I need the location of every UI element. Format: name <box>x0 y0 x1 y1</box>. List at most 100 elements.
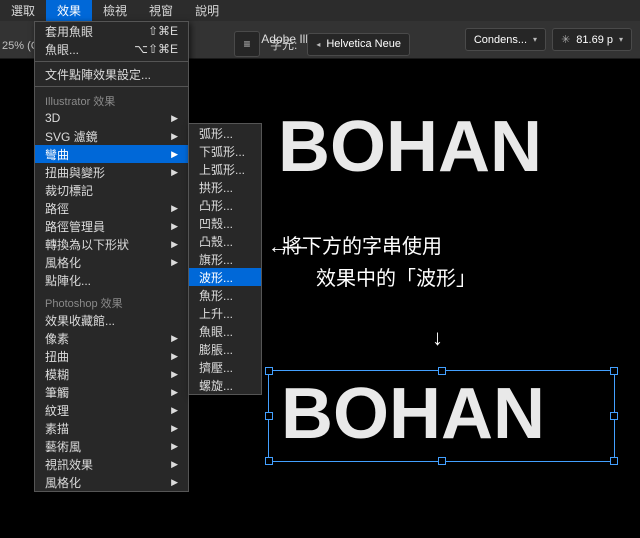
submenu-arrow-icon: ▶ <box>171 369 178 380</box>
menu-item-label: 上升... <box>199 305 233 322</box>
menu-item-label: 模糊 <box>45 366 69 383</box>
warp-twist[interactable]: 螺旋... <box>189 376 261 394</box>
warp-inflate[interactable]: 膨脹... <box>189 340 261 358</box>
warp-shell-upper[interactable]: 凸殼... <box>189 232 261 250</box>
resize-handle-tm[interactable] <box>438 367 446 375</box>
submenu-arrow-icon: ▶ <box>171 333 178 344</box>
font-size-field[interactable]: ✳ 81.69 p ▾ <box>552 28 632 51</box>
menu-window[interactable]: 視窗 <box>138 0 184 21</box>
fx-crop-marks[interactable]: 裁切標記 <box>35 181 188 199</box>
fx-pathfinder[interactable]: 路徑管理員▶ <box>35 217 188 235</box>
font-family-value: Helvetica Neue <box>326 38 401 50</box>
submenu-arrow-icon: ▶ <box>171 477 178 488</box>
font-family-dropdown[interactable]: ◂ Helvetica Neue <box>307 33 410 56</box>
menu-item-label: 素描 <box>45 420 69 437</box>
resize-handle-bm[interactable] <box>438 457 446 465</box>
warp-arc-upper[interactable]: 上弧形... <box>189 160 261 178</box>
fx-artistic[interactable]: 藝術風▶ <box>35 437 188 455</box>
menu-select[interactable]: 選取 <box>0 0 46 21</box>
fx-convert-shape[interactable]: 轉換為以下形狀▶ <box>35 235 188 253</box>
menu-separator <box>35 86 188 87</box>
menu-item-label: 凸形... <box>199 197 233 214</box>
warp-wave[interactable]: 波形... <box>189 268 261 286</box>
menu-view[interactable]: 檢視 <box>92 0 138 21</box>
resize-handle-mr[interactable] <box>610 412 618 420</box>
selection-bounding-box[interactable] <box>268 370 615 462</box>
warp-rise[interactable]: 上升... <box>189 304 261 322</box>
menu-item-label: 套用魚眼 <box>45 23 93 40</box>
warp-arc[interactable]: 弧形... <box>189 124 261 142</box>
warp-arc-lower[interactable]: 下弧形... <box>189 142 261 160</box>
menu-item-label: 視訊效果 <box>45 456 93 473</box>
menu-item-label: 效果收藏館... <box>45 312 115 329</box>
warp-bulge[interactable]: 凸形... <box>189 196 261 214</box>
font-style-dropdown[interactable]: Condens... ▾ <box>465 28 546 51</box>
menu-item-label: 藝術風 <box>45 438 81 455</box>
font-style-value: Condens... <box>474 34 527 46</box>
paragraph-align-button[interactable]: ≡ <box>234 31 260 57</box>
menu-item-label: 3D <box>45 111 60 125</box>
annotation-line-1: 將下方的字串使用 <box>282 232 442 263</box>
warp-arch[interactable]: 拱形... <box>189 178 261 196</box>
menu-item-label: 拱形... <box>199 179 233 196</box>
submenu-arrow-icon: ▶ <box>171 203 178 214</box>
submenu-arrow-icon: ▶ <box>171 149 178 160</box>
menu-help[interactable]: 說明 <box>184 0 230 21</box>
fx-3d[interactable]: 3D▶ <box>35 109 188 127</box>
fx-svg-filters[interactable]: SVG 濾鏡▶ <box>35 127 188 145</box>
section-photoshop-effects: Photoshop 效果 <box>35 293 188 311</box>
warp-flag[interactable]: 旗形... <box>189 250 261 268</box>
fx-distort-transform[interactable]: 扭曲與變形▶ <box>35 163 188 181</box>
submenu-arrow-icon: ▶ <box>171 167 178 178</box>
resize-handle-tr[interactable] <box>610 367 618 375</box>
fx-distort[interactable]: 扭曲 ▶ <box>35 347 188 365</box>
menu-item-label: 擠壓... <box>199 359 233 376</box>
fx-rasterize[interactable]: 點陣化... <box>35 271 188 289</box>
character-label: 字元: <box>270 36 297 53</box>
warp-fish[interactable]: 魚形... <box>189 286 261 304</box>
last-effect[interactable]: 魚眼... ⌥⇧⌘E <box>35 40 188 58</box>
menu-item-label: 魚眼... <box>45 41 79 58</box>
artboard-text-1[interactable]: BOHAN <box>278 111 542 183</box>
font-size-value: 81.69 p <box>576 34 613 46</box>
resize-handle-bl[interactable] <box>265 457 273 465</box>
fx-pixelate[interactable]: 像素▶ <box>35 329 188 347</box>
apply-last-effect[interactable]: 套用魚眼 ⇧⌘E <box>35 22 188 40</box>
warp-shell-lower[interactable]: 凹殼... <box>189 214 261 232</box>
menu-item-label: 點陣化... <box>45 272 91 289</box>
warp-squeeze[interactable]: 擠壓... <box>189 358 261 376</box>
fx-stylize-ps[interactable]: 風格化 ▶ <box>35 473 188 491</box>
resize-handle-br[interactable] <box>610 457 618 465</box>
warp-fisheye[interactable]: 魚眼... <box>189 322 261 340</box>
menu-item-label: 扭曲 <box>45 348 69 365</box>
chevron-down-icon: ▾ <box>619 35 623 44</box>
fx-path[interactable]: 路徑▶ <box>35 199 188 217</box>
fx-stylize[interactable]: 風格化▶ <box>35 253 188 271</box>
menu-item-shortcut: ⇧⌘E <box>148 24 178 38</box>
effect-menu-dropdown: 套用魚眼 ⇧⌘E 魚眼... ⌥⇧⌘E 文件點陣效果設定... Illustra… <box>34 21 189 492</box>
menu-item-label: 波形... <box>199 269 233 286</box>
raster-settings[interactable]: 文件點陣效果設定... <box>35 65 188 83</box>
submenu-arrow-icon: ▶ <box>171 423 178 434</box>
menu-item-label: 弧形... <box>199 125 233 142</box>
menu-item-shortcut: ⌥⇧⌘E <box>134 42 178 56</box>
menu-item-label: 風格化 <box>45 474 81 491</box>
fx-texture[interactable]: 紋理▶ <box>35 401 188 419</box>
menu-item-label: 旗形... <box>199 251 233 268</box>
resize-handle-tl[interactable] <box>265 367 273 375</box>
resize-handle-ml[interactable] <box>265 412 273 420</box>
fx-blur[interactable]: 模糊 ▶ <box>35 365 188 383</box>
fx-gallery[interactable]: 效果收藏館... <box>35 311 188 329</box>
chevron-down-icon: ▾ <box>533 35 537 44</box>
fx-sketch[interactable]: 素描 ▶ <box>35 419 188 437</box>
menu-item-label: 凹殼... <box>199 215 233 232</box>
menu-item-label: 凸殼... <box>199 233 233 250</box>
menu-item-label: SVG 濾鏡 <box>45 128 98 145</box>
menu-effect[interactable]: 效果 <box>46 0 92 21</box>
fx-brush-strokes[interactable]: 筆觸▶ <box>35 383 188 401</box>
menu-item-label: 膨脹... <box>199 341 233 358</box>
fx-video[interactable]: 視訊效果▶ <box>35 455 188 473</box>
fx-warp[interactable]: 彎曲▶ <box>35 145 188 163</box>
submenu-arrow-icon: ▶ <box>171 351 178 362</box>
menu-item-label: 魚眼... <box>199 323 233 340</box>
